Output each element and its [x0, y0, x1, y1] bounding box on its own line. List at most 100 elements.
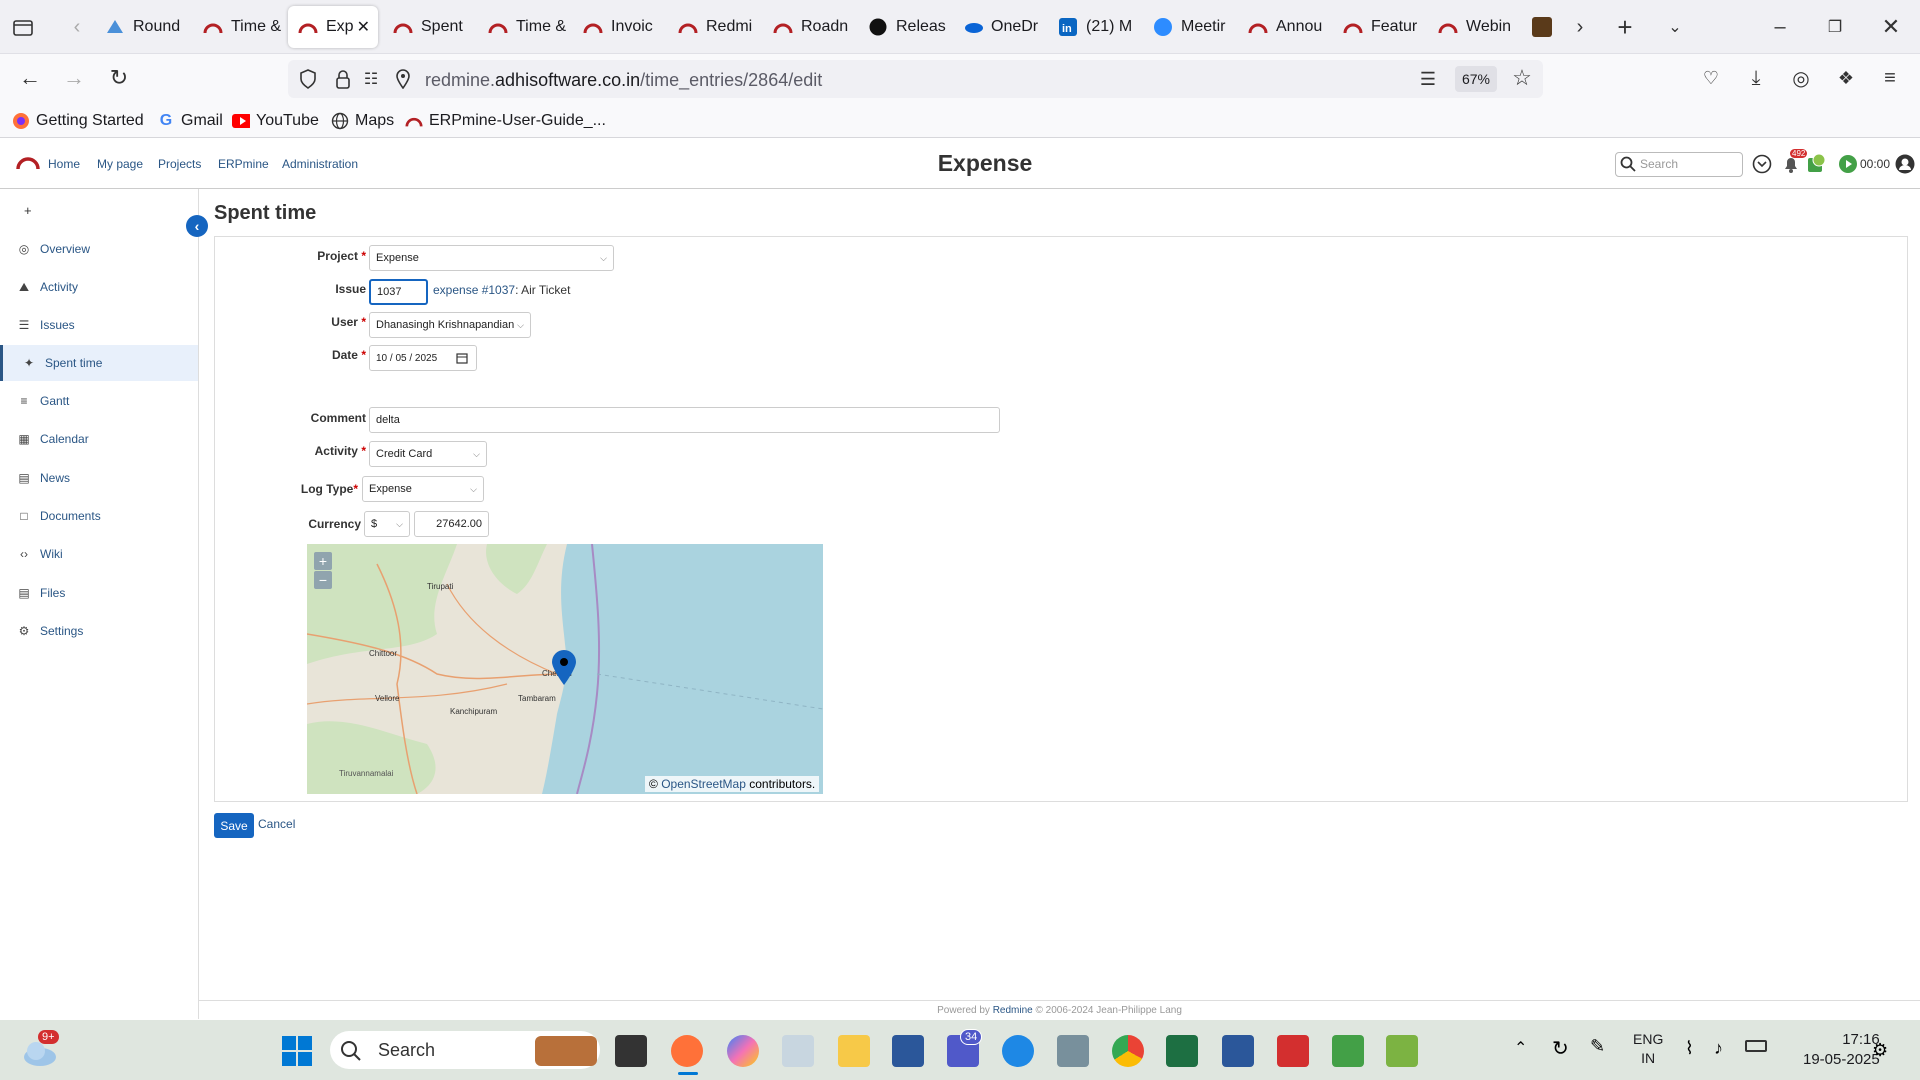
- bookmark-youtube[interactable]: YouTube: [232, 108, 319, 134]
- sidebar-item-wiki[interactable]: ‹› Wiki: [0, 536, 198, 572]
- back-icon[interactable]: ←: [14, 62, 46, 94]
- bookmark-gmail[interactable]: G Gmail: [157, 108, 223, 134]
- browser-tab[interactable]: Exp ✕: [288, 6, 378, 48]
- play-timer-icon[interactable]: [1838, 154, 1858, 179]
- browser-tab[interactable]: OneDr: [953, 6, 1041, 48]
- chrome-icon[interactable]: [1112, 1035, 1144, 1067]
- shield-icon[interactable]: [292, 63, 324, 95]
- openstreetmap-link[interactable]: OpenStreetMap: [661, 777, 746, 791]
- map-zoom-out-button[interactable]: −: [314, 571, 332, 589]
- pocket-icon[interactable]: ♡: [1695, 62, 1727, 94]
- extensions-icon[interactable]: ❖: [1830, 62, 1862, 94]
- browser-tab[interactable]: Meetir: [1143, 6, 1231, 48]
- browser-tab[interactable]: Releas: [858, 6, 946, 48]
- url-text[interactable]: redmine.adhisoftware.co.in/time_entries/…: [425, 70, 822, 91]
- zoom-level[interactable]: 67%: [1455, 66, 1497, 92]
- sidebar-item-overview[interactable]: ◎ Overview: [0, 231, 198, 267]
- sidebar-item-gantt[interactable]: ≡ Gantt: [0, 383, 198, 419]
- windows-start-icon[interactable]: [282, 1036, 312, 1071]
- location-icon[interactable]: [387, 63, 419, 95]
- user-avatar-icon[interactable]: [1895, 154, 1915, 179]
- bookmark-getting-started[interactable]: Getting Started: [12, 108, 144, 134]
- new-tab-icon[interactable]: +: [1610, 12, 1640, 42]
- excel-icon[interactable]: [1166, 1035, 1198, 1067]
- forward-icon[interactable]: →: [58, 62, 90, 94]
- sidebar-item-spent-time[interactable]: ✦ Spent time: [0, 345, 198, 381]
- date-input[interactable]: 10 / 05 / 2025: [369, 345, 477, 371]
- scroll-tabs-left-icon[interactable]: ‹: [62, 12, 92, 42]
- close-window-icon[interactable]: ✕: [1876, 12, 1906, 42]
- map-zoom-in-button[interactable]: +: [314, 552, 332, 570]
- log-time-icon[interactable]: [1806, 152, 1826, 179]
- battery-icon[interactable]: [1745, 1040, 1767, 1052]
- log-type-select[interactable]: Expense ⌵: [362, 476, 484, 502]
- acrobat-icon[interactable]: [1277, 1035, 1309, 1067]
- permissions-icon[interactable]: ☷: [355, 63, 387, 95]
- browser-tab[interactable]: Invoic: [573, 6, 661, 48]
- close-tab-icon[interactable]: ✕: [357, 17, 370, 37]
- browser-tab[interactable]: Redmi: [668, 6, 756, 48]
- volume-icon[interactable]: ♪: [1714, 1038, 1723, 1059]
- scroll-tabs-right-icon[interactable]: ›: [1565, 12, 1595, 42]
- location-map[interactable]: Tirupati Chittoor Vellore Kanchipuram Ta…: [307, 544, 823, 794]
- show-hidden-icons-icon[interactable]: ⌃: [1514, 1038, 1527, 1058]
- browser-tab[interactable]: Time &: [478, 6, 566, 48]
- sidebar-new-button[interactable]: +: [24, 203, 32, 218]
- browser-tab[interactable]: Annou: [1238, 6, 1326, 48]
- sidebar-item-settings[interactable]: ⚙ Settings: [0, 613, 198, 649]
- sidebar-item-calendar[interactable]: ▦ Calendar: [0, 421, 198, 457]
- bookmark-maps[interactable]: Maps: [331, 108, 394, 134]
- browser-tab[interactable]: Round: [95, 6, 183, 48]
- redmine-footer-link[interactable]: Redmine: [993, 1005, 1033, 1016]
- sidebar-item-files[interactable]: ▤ Files: [0, 575, 198, 611]
- bookmark-star-icon[interactable]: ☆: [1506, 62, 1538, 94]
- word-icon[interactable]: [1222, 1035, 1254, 1067]
- sync-icon[interactable]: ↻: [1552, 1036, 1569, 1061]
- browser-tab[interactable]: Spent: [383, 6, 471, 48]
- reload-icon[interactable]: ↻: [103, 62, 135, 94]
- calendar-icon[interactable]: [456, 352, 468, 367]
- app-icon[interactable]: [1002, 1035, 1034, 1067]
- issue-input[interactable]: 1037: [369, 279, 428, 305]
- language-indicator[interactable]: ENG IN: [1633, 1030, 1663, 1068]
- browser-tab[interactable]: Webin: [1428, 6, 1516, 48]
- notifications-icon[interactable]: ⚙: [1872, 1040, 1888, 1061]
- copilot-icon[interactable]: [727, 1035, 759, 1067]
- account-icon[interactable]: ◎: [1785, 62, 1817, 94]
- minimize-icon[interactable]: –: [1765, 12, 1795, 42]
- app-icon[interactable]: [1332, 1035, 1364, 1067]
- tab-overview-icon[interactable]: [8, 12, 38, 42]
- reader-view-icon[interactable]: ☰: [1412, 63, 1444, 95]
- menu-icon[interactable]: ≡: [1874, 62, 1906, 94]
- map-marker-icon[interactable]: [551, 650, 577, 691]
- list-tabs-icon[interactable]: ⌄: [1660, 12, 1690, 42]
- sidebar-item-news[interactable]: ▤ News: [0, 460, 198, 496]
- sidebar-item-documents[interactable]: □ Documents: [0, 498, 198, 534]
- app-icon[interactable]: [1386, 1035, 1418, 1067]
- comment-input[interactable]: delta: [369, 407, 1000, 433]
- browser-tab[interactable]: Featur: [1333, 6, 1421, 48]
- sidebar-item-issues[interactable]: ☰ Issues: [0, 307, 198, 343]
- restore-icon[interactable]: ❐: [1820, 12, 1850, 42]
- downloads-icon[interactable]: ⤓: [1740, 62, 1772, 94]
- task-view-icon[interactable]: [615, 1035, 647, 1067]
- activity-select[interactable]: Credit Card ⌵: [369, 441, 487, 467]
- browser-tab[interactable]: Roadn: [763, 6, 851, 48]
- wifi-icon[interactable]: ⌇: [1685, 1038, 1694, 1059]
- cancel-link[interactable]: Cancel: [258, 817, 295, 831]
- project-select[interactable]: Expense ⌵: [369, 245, 614, 271]
- ups-tab-icon[interactable]: [1532, 17, 1552, 37]
- app-icon[interactable]: [782, 1035, 814, 1067]
- dropdown-circle-icon[interactable]: [1752, 154, 1772, 179]
- issue-link[interactable]: expense #1037: [433, 283, 515, 297]
- browser-tab[interactable]: Time &: [193, 6, 281, 48]
- firefox-taskbar-icon[interactable]: [671, 1035, 703, 1067]
- save-button[interactable]: Save: [214, 813, 254, 838]
- bookmark-erpmine-guide[interactable]: ERPmine-User-Guide_...: [405, 108, 606, 134]
- sidebar-item-activity[interactable]: ⛰ Activity: [0, 269, 198, 305]
- pen-icon[interactable]: ✎: [1590, 1036, 1605, 1057]
- app-icon[interactable]: [1057, 1035, 1089, 1067]
- file-explorer-icon[interactable]: [838, 1035, 870, 1067]
- browser-tab[interactable]: in (21) M: [1048, 6, 1136, 48]
- microsoft-store-icon[interactable]: [892, 1035, 924, 1067]
